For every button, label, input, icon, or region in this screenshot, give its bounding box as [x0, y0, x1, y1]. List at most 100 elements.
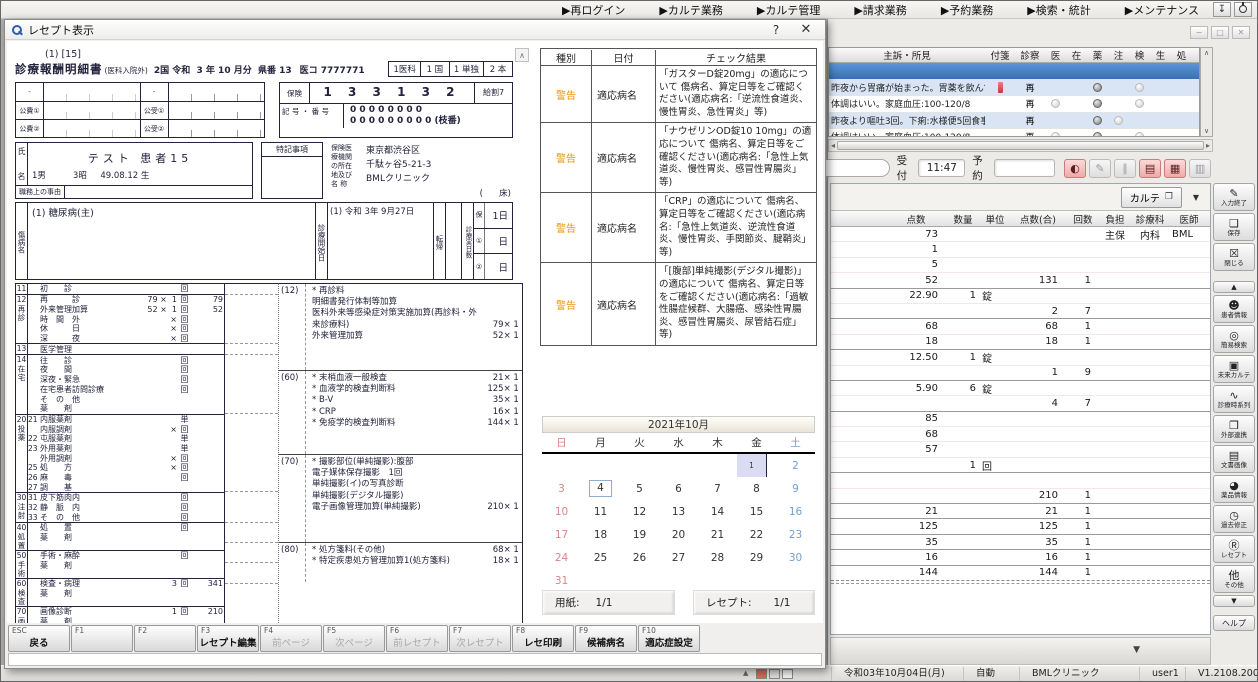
- calendar-day[interactable]: 16: [776, 500, 815, 523]
- column-header[interactable]: 点数: [887, 212, 945, 226]
- horizontal-scrollbar[interactable]: ◂ ▸: [828, 139, 1213, 152]
- calendar-day[interactable]: 5: [620, 477, 659, 500]
- warning-row[interactable]: 警告 適応病名 「ガスターD錠20mg」の適応について 傷病名、算定日等をご確認…: [541, 66, 816, 123]
- karte-row[interactable]: [831, 473, 1210, 488]
- column-header[interactable]: 回数: [1067, 212, 1099, 226]
- calendar-day[interactable]: 9: [776, 477, 815, 500]
- column-header[interactable]: 点数(合): [1009, 212, 1067, 226]
- column-header[interactable]: 負担: [1099, 212, 1131, 226]
- patient-list-scrollbar[interactable]: ∧ ∨: [1200, 47, 1213, 137]
- calendar-day[interactable]: 11: [581, 500, 620, 523]
- calendar-day[interactable]: 24: [542, 546, 581, 569]
- reservation-box[interactable]: [994, 159, 1055, 177]
- calendar-day[interactable]: 29: [737, 546, 776, 569]
- karte-row[interactable]: 68: [831, 427, 1210, 442]
- sidebar-button[interactable]: ✎ 入力終了: [1213, 183, 1255, 211]
- calendar-day[interactable]: [659, 569, 698, 592]
- calendar-day[interactable]: 22: [737, 523, 776, 546]
- sidebar-button[interactable]: ❏ 保存: [1213, 213, 1255, 241]
- calendar-day[interactable]: 19: [620, 523, 659, 546]
- karte-row[interactable]: 125 125 1: [831, 519, 1210, 534]
- column-header[interactable]: 付箋: [985, 48, 1015, 62]
- receipt-scroll-up-icon[interactable]: ∧: [515, 48, 529, 62]
- sidebar-button[interactable]: ☻ 患者情報: [1213, 295, 1255, 323]
- calendar-day[interactable]: [698, 454, 737, 477]
- calendar-day[interactable]: 13: [659, 500, 698, 523]
- warning-row[interactable]: 警告 適応病名 「ナウゼリンOD錠10 10mg」の適応について 傷病名、算定日…: [541, 123, 816, 193]
- reception-icon-button[interactable]: ∥: [1114, 159, 1136, 178]
- karte-row[interactable]: 144 144 1: [831, 566, 1210, 581]
- sidebar-button[interactable]: ◎ 簡易検索: [1213, 325, 1255, 353]
- calendar-day[interactable]: [542, 454, 581, 477]
- function-key[interactable]: F1: [71, 625, 133, 652]
- calendar-day[interactable]: 26: [620, 546, 659, 569]
- calendar-day[interactable]: 10: [542, 500, 581, 523]
- calendar-day[interactable]: 14: [698, 500, 737, 523]
- calendar-day[interactable]: [698, 569, 737, 592]
- karte-row[interactable]: 35 35 1: [831, 535, 1210, 550]
- calendar-day[interactable]: 3: [542, 477, 581, 500]
- calendar-day[interactable]: [659, 454, 698, 477]
- function-key[interactable]: F7 次レセプト: [449, 625, 511, 652]
- sidebar-button[interactable]: ▼: [1213, 595, 1255, 607]
- reception-icon-button[interactable]: ▥: [1189, 159, 1211, 178]
- scrollbar-thumb[interactable]: [837, 141, 1204, 150]
- reception-icon-button[interactable]: ▤: [1139, 159, 1161, 178]
- calendar-day[interactable]: 27: [659, 546, 698, 569]
- calendar-day[interactable]: [737, 569, 776, 592]
- karte-row[interactable]: 73 主保 内科 BML: [831, 227, 1210, 242]
- sidebar-button[interactable]: Ⓡ レセプト: [1213, 535, 1255, 563]
- column-header[interactable]: 在: [1066, 48, 1087, 62]
- calendar-day[interactable]: [776, 569, 815, 592]
- power-icon[interactable]: [1234, 2, 1252, 17]
- karte-row[interactable]: 52 131 1: [831, 273, 1210, 288]
- footer-dropdown-icon[interactable]: ▼: [1133, 645, 1140, 655]
- calendar-day[interactable]: 6: [659, 477, 698, 500]
- sidebar-button[interactable]: 他 その他: [1213, 565, 1255, 593]
- function-key[interactable]: F4 前ページ: [260, 625, 322, 652]
- calendar-day[interactable]: [581, 454, 620, 477]
- sidebar-button[interactable]: ▣ 未来カルテ: [1213, 355, 1255, 383]
- karte-row[interactable]: 1 9: [831, 366, 1210, 381]
- calendar-day[interactable]: [620, 569, 659, 592]
- sidebar-button[interactable]: ◕ 薬品情報: [1213, 475, 1255, 503]
- calendar-day[interactable]: 12: [620, 500, 659, 523]
- karte-row[interactable]: 5.90 6 錠: [831, 381, 1210, 396]
- patient-row[interactable]: 体調はいい。家庭血圧:100-120/8 再: [829, 129, 1199, 137]
- patient-search-input[interactable]: [816, 159, 890, 177]
- sidebar-button[interactable]: ヘルプ: [1213, 615, 1255, 631]
- function-key[interactable]: ESC 戻る: [8, 625, 70, 652]
- karte-row[interactable]: 21 21 1: [831, 504, 1210, 519]
- function-key[interactable]: F10 適応症設定: [638, 625, 700, 652]
- reception-icon-button[interactable]: ✎: [1089, 159, 1111, 178]
- menu-item[interactable]: ▶カルテ業務: [659, 2, 722, 18]
- function-key[interactable]: F2: [134, 625, 196, 652]
- menu-item[interactable]: ▶再ログイン: [562, 2, 625, 18]
- calendar-day[interactable]: 7: [698, 477, 737, 500]
- karte-row[interactable]: 85: [831, 412, 1210, 427]
- function-key[interactable]: F9 候補病名: [575, 625, 637, 652]
- column-header[interactable]: 医: [1045, 48, 1066, 62]
- menu-item[interactable]: ▶カルテ管理: [757, 2, 820, 18]
- karte-row[interactable]: 57: [831, 442, 1210, 457]
- dialog-help-button[interactable]: ?: [764, 23, 788, 37]
- karte-row[interactable]: 68 68 1: [831, 319, 1210, 334]
- warning-row[interactable]: 警告 適応病名 「[腹部]単純撮影(デジタル撮影)」の適応について 傷病名、算定…: [541, 263, 816, 345]
- calendar-day[interactable]: [581, 569, 620, 592]
- column-header[interactable]: 注: [1108, 48, 1129, 62]
- scroll-up-icon[interactable]: ∧: [1204, 49, 1209, 57]
- column-header[interactable]: 生: [1150, 48, 1171, 62]
- sidebar-button[interactable]: ❒ 外部連携: [1213, 415, 1255, 443]
- column-header[interactable]: 診療科: [1131, 212, 1169, 226]
- column-header[interactable]: 検: [1129, 48, 1150, 62]
- calendar-day[interactable]: 21: [698, 523, 737, 546]
- menu-item[interactable]: ▶検索・統計: [1027, 2, 1090, 18]
- karte-row[interactable]: 4 7: [831, 396, 1210, 411]
- maximize-button[interactable]: □: [1211, 26, 1229, 39]
- reception-icon-button[interactable]: ◐: [1064, 159, 1086, 178]
- column-header[interactable]: 主訴・所見: [829, 48, 985, 62]
- function-key[interactable]: F6 前レセプト: [386, 625, 448, 652]
- calendar-day[interactable]: 15: [737, 500, 776, 523]
- karte-row[interactable]: 12.50 1 錠: [831, 350, 1210, 365]
- patient-row[interactable]: 昨夜から胃痛が始まった。胃薬を飲んで胃痛 再: [829, 80, 1199, 97]
